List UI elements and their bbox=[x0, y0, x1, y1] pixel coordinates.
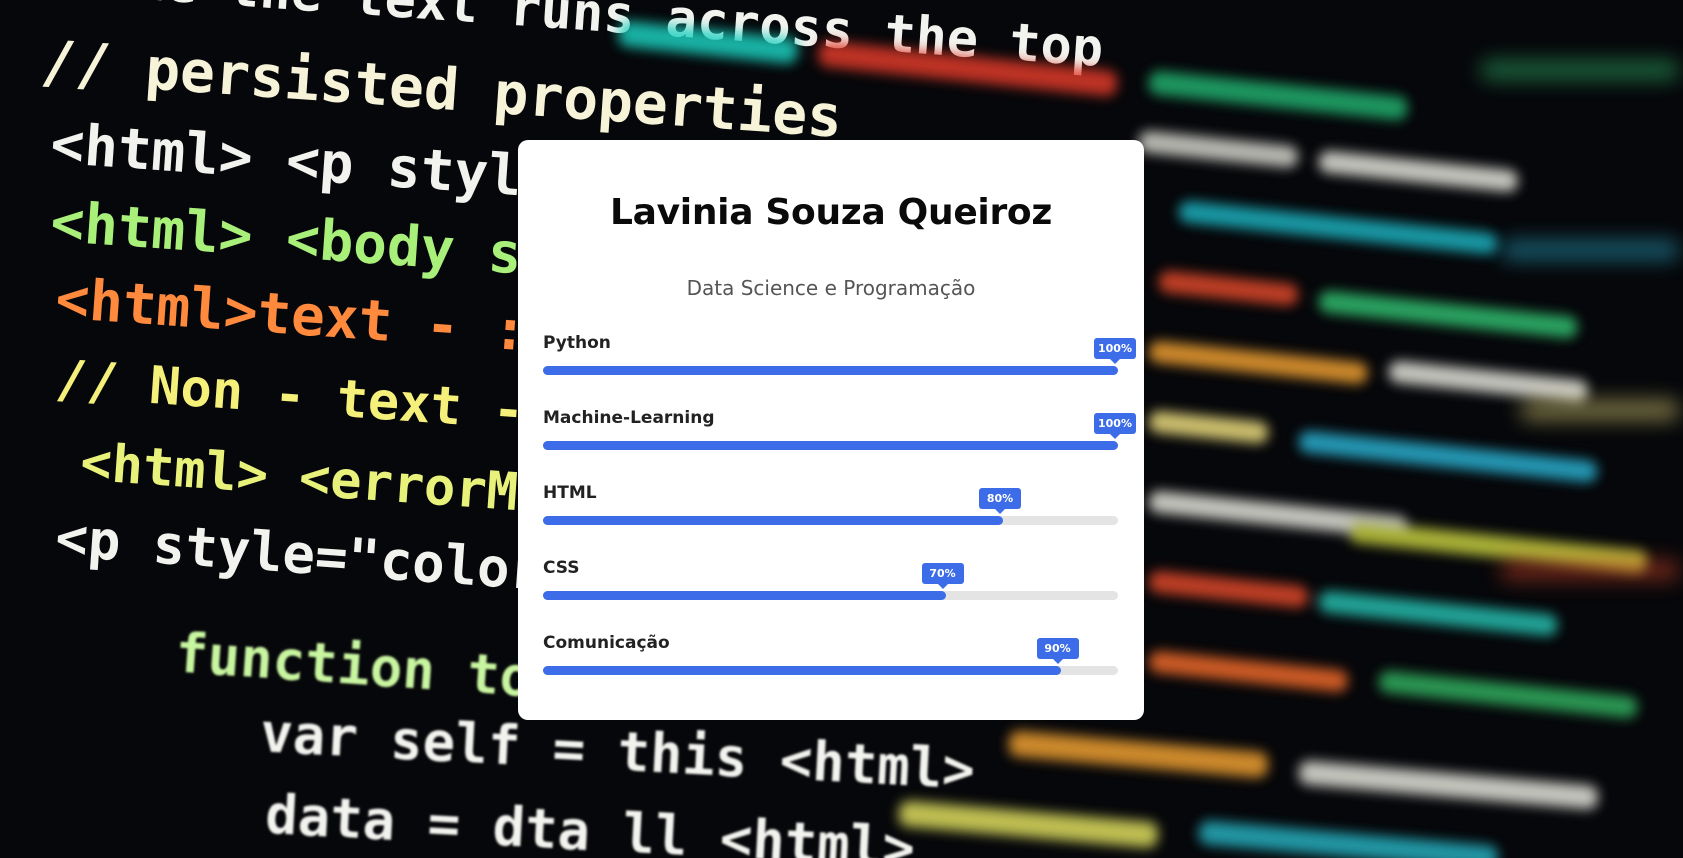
skill-label: Machine-Learning bbox=[543, 408, 715, 428]
skill-python: Python 100% bbox=[543, 333, 1136, 393]
skill-progress-track: 100% bbox=[543, 338, 1136, 375]
skill-progress-fill bbox=[543, 366, 1118, 375]
skill-label: CSS bbox=[543, 558, 580, 578]
skill-label: Comunicação bbox=[543, 633, 670, 653]
skill-percent-badge: 100% bbox=[1094, 338, 1136, 364]
skill-label: HTML bbox=[543, 483, 597, 503]
skill-progress-fill bbox=[543, 666, 1061, 675]
skill-comunicacao: Comunicação 90% bbox=[543, 633, 1118, 693]
skill-label: Python bbox=[543, 333, 611, 353]
skill-css: CSS 70% bbox=[543, 558, 1118, 618]
skill-percent-badge: 100% bbox=[1094, 413, 1136, 439]
skill-machine-learning: Machine-Learning 100% bbox=[543, 408, 1136, 468]
profile-name: Lavinia Souza Queiroz bbox=[609, 192, 1053, 233]
profile-card: Lavinia Souza Queiroz Data Science e Pro… bbox=[518, 140, 1144, 720]
skill-percent-badge: 90% bbox=[1036, 638, 1079, 664]
skill-percent-badge: 70% bbox=[921, 563, 964, 589]
skill-progress-fill bbox=[543, 441, 1118, 450]
skill-progress-track: 100% bbox=[543, 413, 1136, 450]
skill-progress-track: 70% bbox=[543, 563, 1118, 600]
profile-subtitle: Data Science e Programação bbox=[686, 276, 976, 300]
skill-progress-fill bbox=[543, 516, 1003, 525]
skill-percent-badge: 80% bbox=[979, 488, 1021, 514]
skill-progress-track: 80% bbox=[543, 488, 1118, 525]
skill-html: HTML 80% bbox=[543, 483, 1118, 543]
skill-progress-fill bbox=[543, 591, 946, 600]
skill-progress-track: 90% bbox=[543, 638, 1118, 675]
